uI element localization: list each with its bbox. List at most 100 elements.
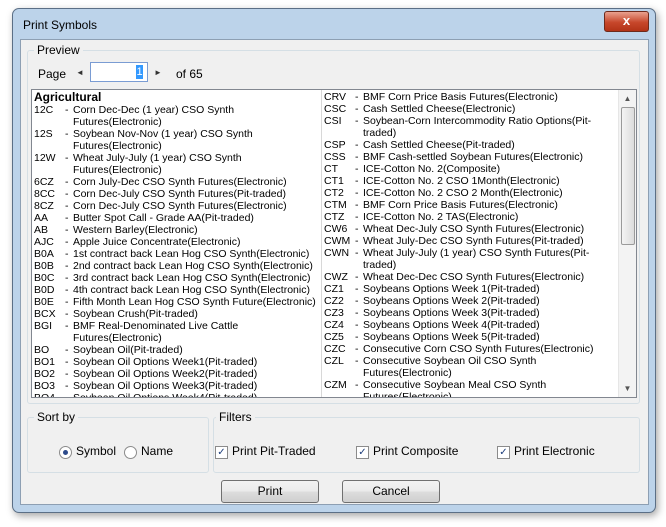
separator-dash: -	[355, 271, 359, 283]
symbol-entry: 12C - Corn Dec-Dec (1 year) CSO Synth Futu…	[34, 104, 320, 128]
symbol-entry: CT - ICE-Cotton No. 2(Composite)	[324, 163, 616, 175]
symbol-entry: CSS - BMF Cash-settled Soybean Futures(Ele…	[324, 151, 616, 163]
symbol-entry: CZL - Consecutive Soybean Oil CSO Synth Fu…	[324, 355, 616, 379]
separator-dash: -	[355, 163, 359, 175]
symbol-code: BO3	[34, 380, 56, 392]
symbol-entry: BO3- Soybean Oil Options Week3(Pit-traded…	[34, 380, 320, 392]
symbol-code: CT2	[324, 187, 344, 199]
vertical-scrollbar[interactable]: ▲ ▼	[618, 90, 636, 397]
symbol-code: BGI	[34, 320, 53, 332]
symbol-entry: CTZ - ICE-Cotton No. 2 TAS(Electronic)	[324, 211, 616, 223]
symbol-code: CZM	[324, 379, 347, 391]
symbol-description: Soybean Oil Options Week3(Pit-traded)	[73, 380, 258, 392]
separator-dash: -	[355, 283, 359, 295]
symbol-entry: AB - Western Barley(Electronic)	[34, 224, 320, 236]
scroll-down-icon[interactable]: ▼	[619, 380, 636, 397]
scrollbar-thumb[interactable]	[621, 107, 635, 245]
scroll-up-icon[interactable]: ▲	[619, 90, 636, 107]
symbol-entry: B0B -2nd contract back Lean Hog CSO Synth…	[34, 260, 320, 272]
symbol-preview-list[interactable]: Agricultural 12C - Corn Dec-Dec (1 year) C…	[31, 89, 637, 398]
separator-dash: -	[65, 224, 69, 236]
cancel-button[interactable]: Cancel	[342, 480, 440, 503]
next-page-icon[interactable]: ►	[152, 65, 164, 81]
symbol-entry: CT1- ICE-Cotton No. 2 CSO 1Month(Electron…	[324, 175, 616, 187]
separator-dash: -	[65, 188, 69, 200]
symbol-description: ICE-Cotton No. 2 CSO 1Month(Electronic)	[363, 175, 560, 187]
symbol-code: CZL	[324, 355, 344, 367]
print-button[interactable]: Print	[221, 480, 319, 503]
symbol-code: CTZ	[324, 211, 345, 223]
print-composite-checkbox[interactable]: ✓	[356, 446, 369, 459]
separator-dash: -	[355, 295, 359, 307]
print-electronic-label[interactable]: Print Electronic	[514, 444, 595, 458]
checkmark-icon: ✓	[499, 447, 508, 458]
symbol-entry: CT2- ICE-Cotton No. 2 CSO 2 Month(Electro…	[324, 187, 616, 199]
symbol-description: Soybean-Corn Intercommodity Ratio Option…	[363, 115, 592, 139]
symbol-description: Soybeans Options Week 1(Pit-traded)	[363, 283, 540, 295]
sort-by-group: Sort by	[27, 410, 209, 473]
symbol-entry: 12W - Wheat July-July (1 year) CSO Synth F…	[34, 152, 320, 176]
symbol-entry: CWZ - Wheat Dec-Dec CSO Synth Futures(Elec…	[324, 271, 616, 283]
print-pit-traded-label[interactable]: Print Pit-Traded	[232, 444, 316, 458]
symbol-entry: CZ3- Soybeans Options Week 3(Pit-traded)	[324, 307, 616, 319]
symbol-code: BCX	[34, 308, 56, 320]
symbol-description: Consecutive Soybean Meal CSO Synth Futur…	[363, 379, 547, 398]
symbol-entry: CZM - Consecutive Soybean Meal CSO Synth F…	[324, 379, 616, 398]
symbol-entry: CWN - Wheat July-July (1 year) CSO Synth F…	[324, 247, 616, 271]
separator-dash: -	[355, 379, 359, 391]
separator-dash: -	[65, 128, 69, 140]
separator-dash: -	[65, 104, 69, 116]
symbol-entry: BO - Soybean Oil(Pit-traded)	[34, 344, 320, 356]
print-electronic-checkbox[interactable]: ✓	[497, 446, 510, 459]
window-title: Print Symbols	[23, 18, 98, 32]
symbol-entry: CSP - Cash Settled Cheese(Pit-traded)	[324, 139, 616, 151]
prev-page-icon[interactable]: ◄	[74, 65, 86, 81]
symbol-code: BO4	[34, 392, 56, 398]
separator-dash: -	[65, 380, 69, 392]
symbol-description: Wheat July-July (1 year) CSO Synth Futur…	[363, 247, 590, 271]
separator-dash: -	[355, 355, 359, 367]
separator-dash: -	[65, 260, 69, 272]
symbol-description: Soybeans Options Week 2(Pit-traded)	[363, 295, 540, 307]
symbol-entry: CTM - BMF Corn Price Basis Futures(Electro…	[324, 199, 616, 211]
separator-dash: -	[355, 319, 359, 331]
sort-name-label[interactable]: Name	[141, 444, 173, 458]
print-composite-label[interactable]: Print Composite	[373, 444, 458, 458]
sort-name-radio[interactable]	[124, 446, 137, 459]
symbol-description: Butter Spot Call - Grade AA(Pit-traded)	[73, 212, 254, 224]
symbol-code: CZ1	[324, 283, 344, 295]
separator-dash: -	[65, 308, 69, 320]
symbol-description: Soybeans Options Week 3(Pit-traded)	[363, 307, 540, 319]
symbol-description: Corn Dec-July CSO Synth Futures(Electron…	[73, 200, 287, 212]
symbol-description: ICE-Cotton No. 2 CSO 2 Month(Electronic)	[363, 187, 563, 199]
symbol-code: CZC	[324, 343, 346, 355]
separator-dash: -	[355, 331, 359, 343]
separator-dash: -	[65, 296, 69, 308]
symbol-entry: CWM - Wheat July-Dec CSO Synth Futures(Pit…	[324, 235, 616, 247]
symbol-description: Wheat Dec-July CSO Synth Futures(Electro…	[363, 223, 585, 235]
symbol-description: ICE-Cotton No. 2 TAS(Electronic)	[363, 211, 519, 223]
separator-dash: -	[65, 248, 69, 260]
symbol-code: BO	[34, 344, 50, 356]
symbol-code: CSP	[324, 139, 346, 151]
symbol-entry: B0E - Fifth Month Lean Hog CSO Synth Futur…	[34, 296, 320, 308]
page-number-input[interactable]: 1	[90, 62, 148, 82]
sort-symbol-radio[interactable]	[59, 446, 72, 459]
symbol-entry: AA - Butter Spot Call - Grade AA(Pit-trade…	[34, 212, 320, 224]
symbol-entry: 6CZ - Corn July-Dec CSO Synth Futures(Elec…	[34, 176, 320, 188]
sort-symbol-label[interactable]: Symbol	[76, 444, 116, 458]
symbol-code: 8CC	[34, 188, 56, 200]
symbol-description: Cash Settled Cheese(Electronic)	[363, 103, 516, 115]
close-button[interactable]: x	[604, 11, 649, 32]
separator-dash: -	[355, 91, 359, 103]
symbol-entry: CZ2- Soybeans Options Week 2(Pit-traded)	[324, 295, 616, 307]
symbol-description: 1st contract back Lean Hog CSO Synth(Ele…	[73, 248, 310, 260]
symbol-entry: CZ4- Soybeans Options Week 4(Pit-traded)	[324, 319, 616, 331]
symbol-code: BO1	[34, 356, 56, 368]
checkmark-icon: ✓	[217, 447, 226, 458]
print-pit-traded-checkbox[interactable]: ✓	[215, 446, 228, 459]
symbol-code: 12S	[34, 128, 53, 140]
title-bar[interactable]: Print Symbols x	[13, 9, 655, 39]
symbol-description: Soybean Nov-Nov (1 year) CSO Synth Futur…	[73, 128, 253, 152]
symbol-entry: CZ5- Soybeans Options Week 5(Pit-traded)	[324, 331, 616, 343]
